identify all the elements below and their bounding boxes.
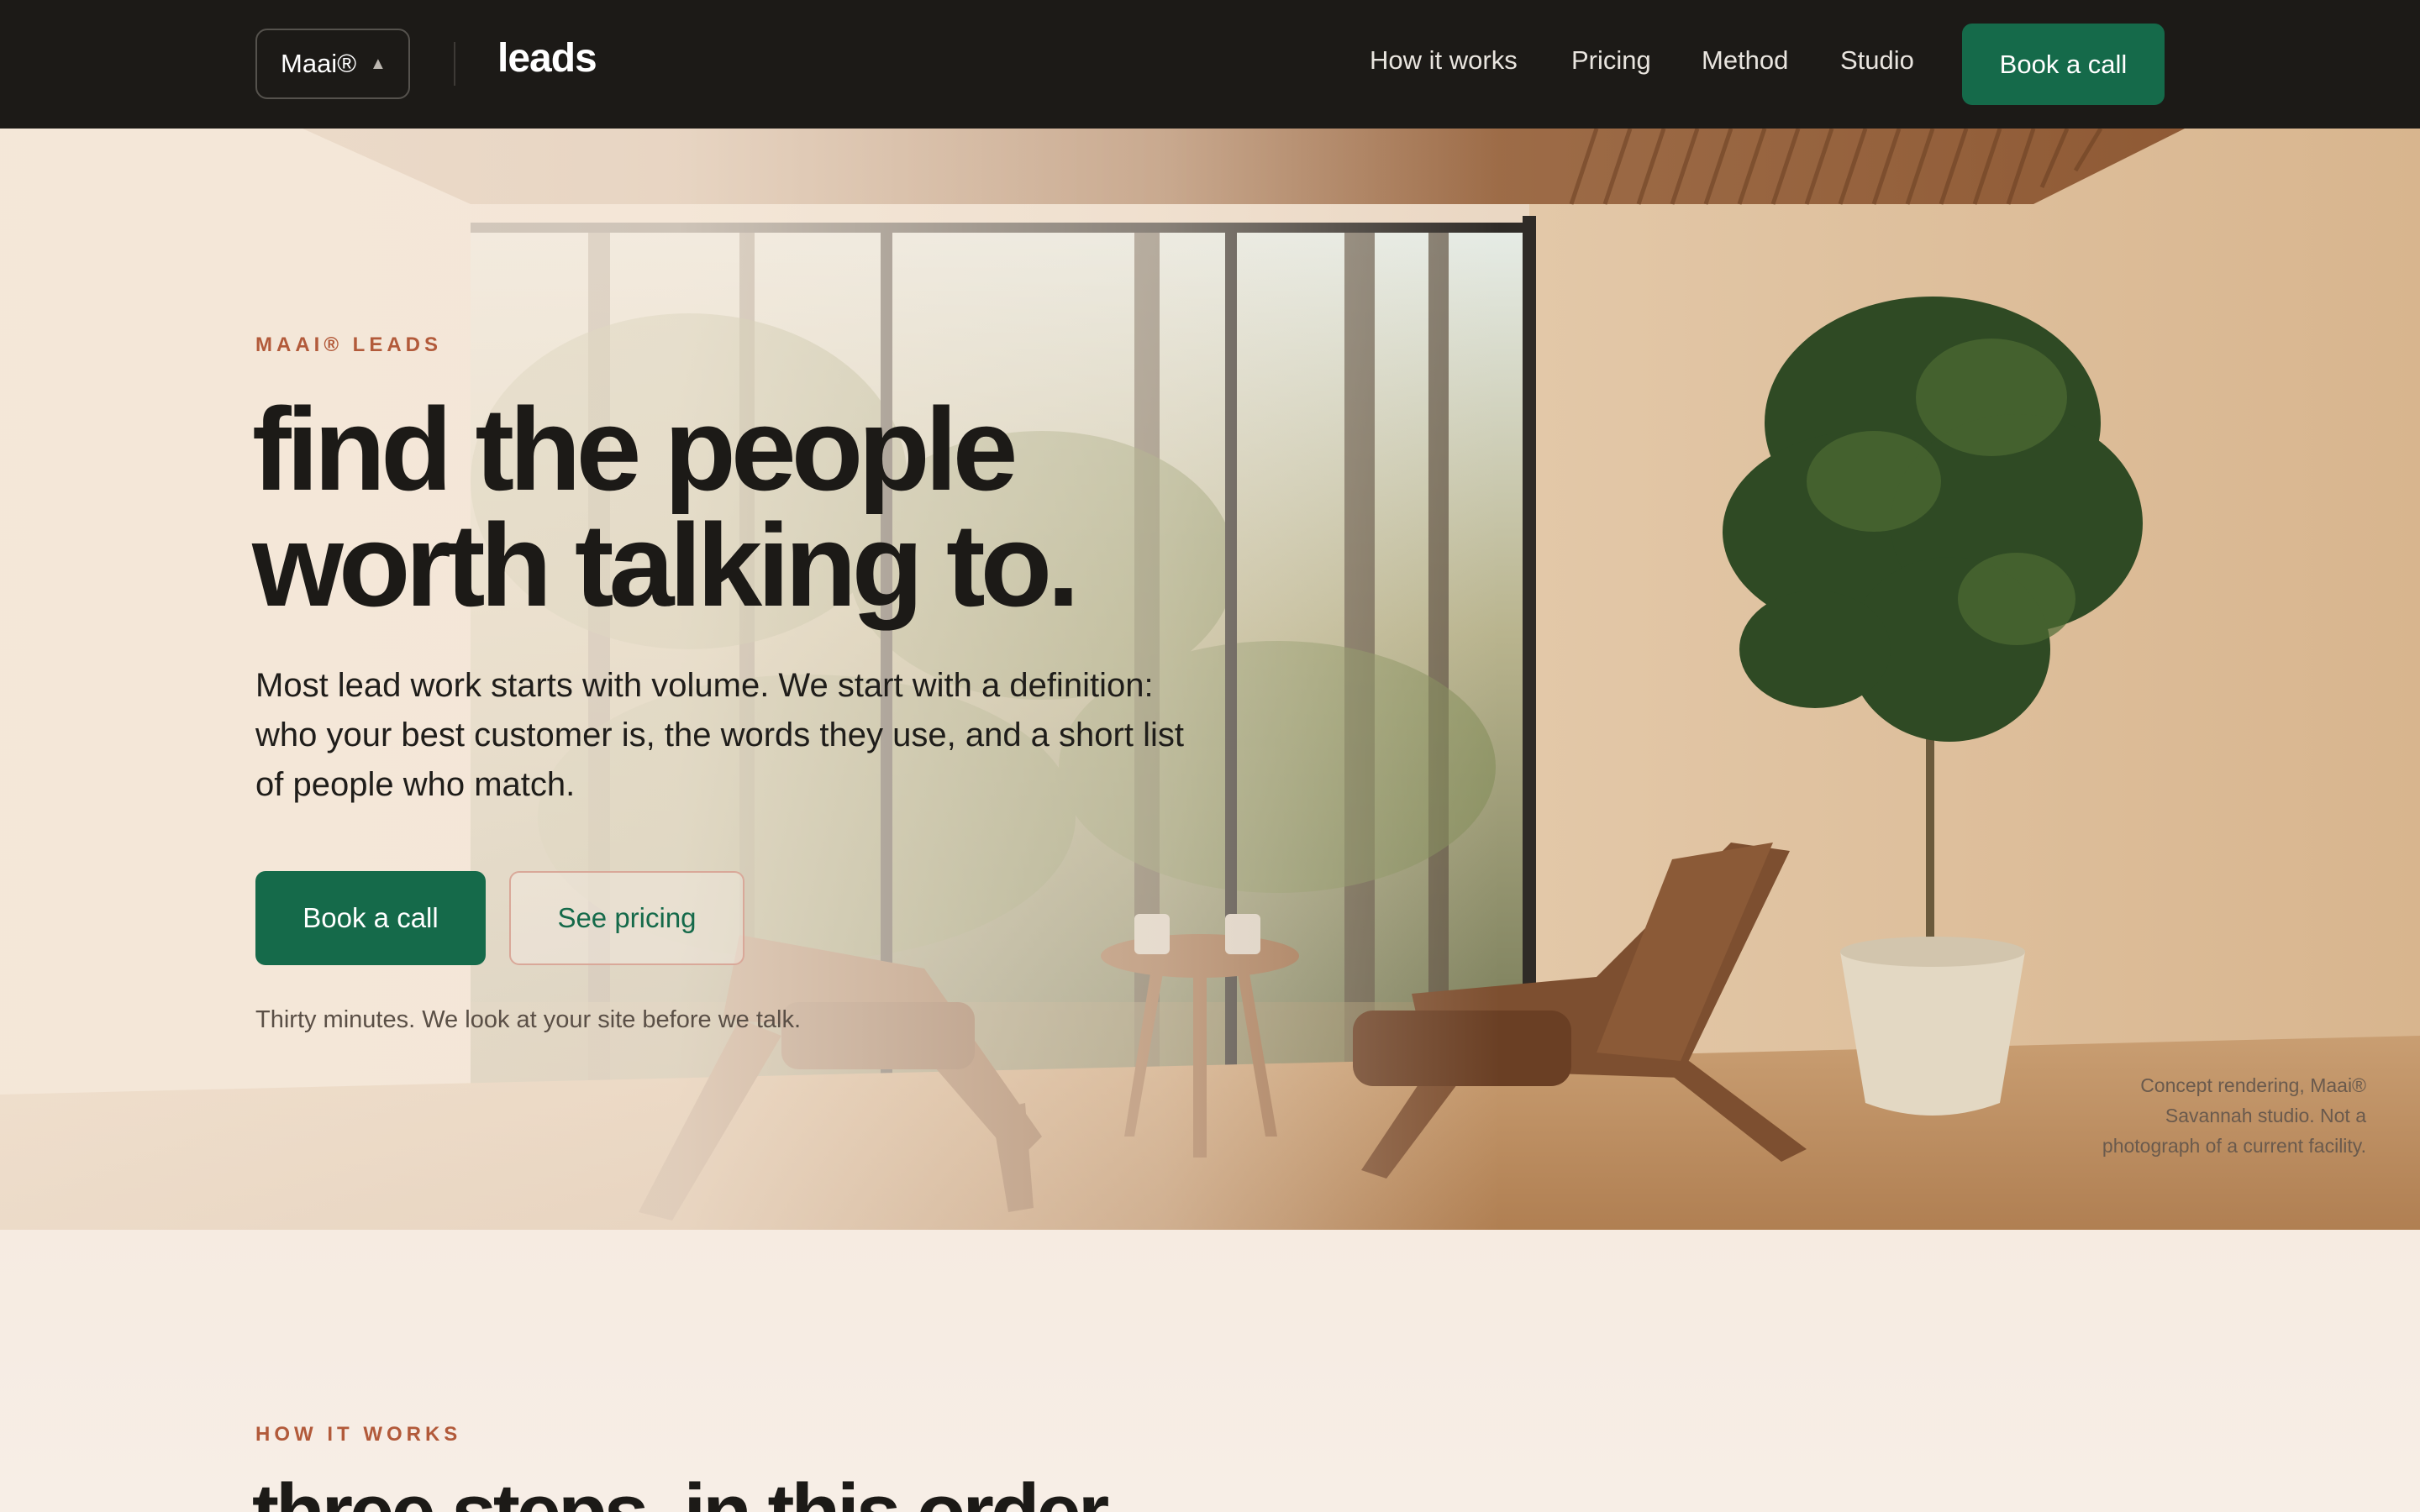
nav-link-method[interactable]: Method [1702, 45, 1788, 76]
nav-divider [454, 42, 455, 86]
how-it-works-eyebrow: HOW IT WORKS [255, 1423, 462, 1446]
how-it-works-title: three steps, in this order. [252, 1467, 1124, 1512]
hero-see-pricing-button[interactable]: See pricing [509, 871, 744, 965]
how-it-works-section: HOW IT WORKS three steps, in this order. [0, 1230, 2420, 1512]
nav-book-call-button[interactable]: Book a call [1962, 24, 2165, 105]
product-wordmark[interactable]: leads [497, 35, 597, 81]
top-nav: Maai® ▲ leads How it works Pricing Metho… [0, 0, 2420, 129]
nav-link-studio[interactable]: Studio [1840, 45, 1914, 76]
image-caption: Concept rendering, Maai® Savannah studio… [2102, 1074, 2366, 1157]
nav-link-pricing[interactable]: Pricing [1571, 45, 1651, 76]
hero-lead-paragraph: Most lead work starts with volume. We st… [255, 667, 1184, 803]
hero-headline-line-2: worth talking to. [252, 499, 1080, 631]
hero-headline-line-1: find the people [252, 383, 1018, 515]
hero-section: MAAI® LEADS find the people worth talkin… [0, 129, 2420, 1230]
hero-eyebrow: MAAI® LEADS [255, 333, 443, 356]
hero-note: Thirty minutes. We look at your site bef… [255, 1006, 802, 1033]
brand-switcher[interactable]: Maai® ▲ [255, 29, 410, 99]
hero-headline: find the people worth talking to. [252, 383, 1080, 631]
caret-up-icon: ▲ [370, 54, 387, 73]
brand-switcher-label: Maai® [281, 49, 357, 78]
nav-link-how-it-works[interactable]: How it works [1370, 45, 1518, 76]
hero-book-call-button[interactable]: Book a call [255, 871, 486, 965]
